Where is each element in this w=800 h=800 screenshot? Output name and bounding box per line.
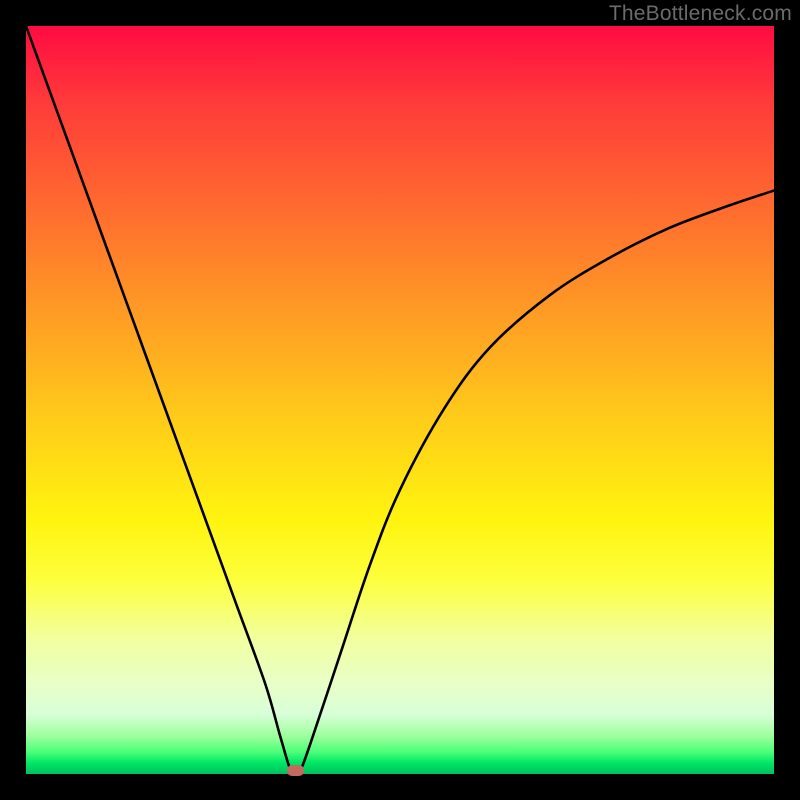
plot-area xyxy=(26,26,774,774)
optimal-point-marker xyxy=(287,765,304,776)
chart-frame: TheBottleneck.com xyxy=(0,0,800,800)
watermark-text: TheBottleneck.com xyxy=(609,2,792,26)
bottleneck-curve xyxy=(26,26,774,774)
